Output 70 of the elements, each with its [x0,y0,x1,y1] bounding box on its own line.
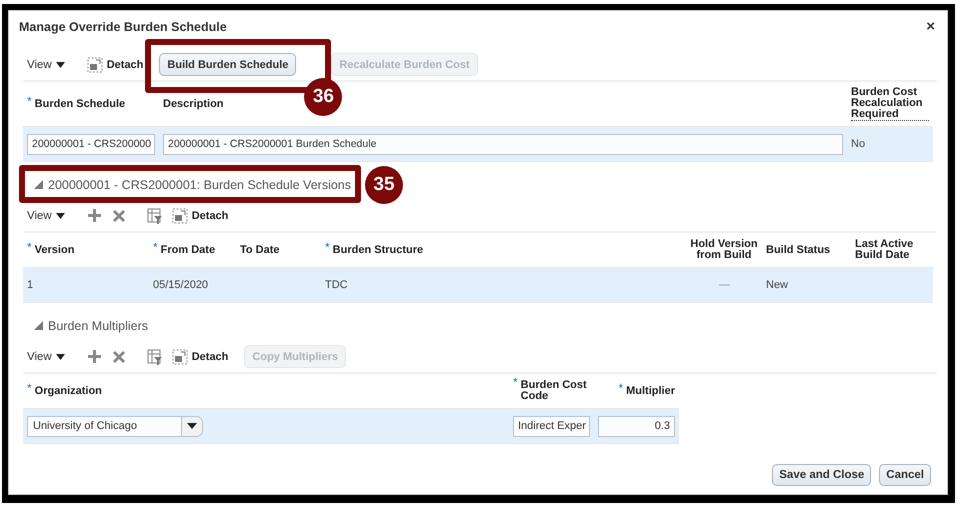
required-marker: * [27,96,32,106]
column-header: Description [163,98,224,110]
table-cell: 05/15/2020 [153,279,208,291]
step-badge: 35 [365,166,403,204]
view-menu[interactable]: View [27,350,65,362]
required-marker: * [27,242,32,252]
table-cell: New [766,279,788,291]
detach-button[interactable]: Detach [172,208,228,224]
table-cell: No [851,138,866,150]
add-button[interactable] [86,208,102,223]
table-row[interactable]: 200000001 - CRS200000 200000001 - CRS2000001 Burden Schedule No [23,127,933,162]
table-cell: 1 [27,279,34,291]
dash-icon [718,284,730,286]
freeze-icon [146,208,163,224]
required-marker: * [513,377,518,388]
required-marker: * [618,382,624,394]
required-marker: * [27,382,32,394]
view-menu[interactable]: View [27,210,65,222]
input-field[interactable]: 200000001 - CRS200000 [27,134,155,154]
delete-icon [110,208,127,224]
column-header: To Date [240,244,280,256]
toolbar-button[interactable]: Build Burden Schedule [159,53,296,76]
dialog-title: Manage Override Burden Schedule [19,20,227,34]
column-header: Burden Cost Recalculation Required [851,87,929,121]
add-icon [86,208,102,223]
add-icon [86,349,102,364]
caret-icon [56,352,65,360]
detach-button[interactable]: Detach [172,348,228,364]
step-badge: 36 [304,78,342,116]
input-field[interactable]: 200000001 - CRS2000001 Burden Schedule [163,134,843,154]
detach-icon [86,56,103,72]
view-menu[interactable]: View [27,58,65,70]
select-field[interactable]: Indirect Exper [513,416,590,436]
table-cell: TDC [325,279,348,291]
delete-icon [110,348,127,364]
delete-button[interactable] [110,348,127,364]
column-header: Multiplier [626,386,675,396]
table-row[interactable]: 1 05/15/2020 TDC New [23,268,933,303]
number-field[interactable]: 0.3 [598,416,675,436]
detach-icon [172,348,188,364]
freeze-button[interactable] [146,348,163,364]
column-header: Burden Schedule [34,98,126,110]
required-marker: * [153,242,158,252]
expand-triangle-icon[interactable] [33,320,44,332]
expand-triangle-icon[interactable] [33,179,44,190]
freeze-button[interactable] [146,208,163,224]
dropdown-field[interactable]: University of Chicago [27,416,203,436]
caret-icon [56,60,65,68]
column-header: From Date [160,244,216,256]
column-header: Version [34,244,74,256]
column-header: Last Active Build Date [855,239,914,261]
close-button[interactable]: × [926,18,935,35]
column-header: Hold Version from Build [690,239,758,261]
caret-icon [56,212,65,220]
column-header: Organization [34,386,102,396]
column-header: Build Status [766,244,830,256]
delete-button[interactable] [110,208,127,224]
section-title: Burden Multipliers [48,318,148,333]
footer-button[interactable]: Save and Close [772,464,872,486]
column-header: Burden Structure [332,244,424,256]
freeze-icon [146,348,163,364]
detach-button[interactable]: Detach [86,56,144,72]
footer-button[interactable]: Cancel [879,464,931,486]
detach-icon [172,208,188,224]
required-marker: * [325,242,330,252]
add-button[interactable] [86,349,102,364]
caret-icon [187,423,197,429]
section-title: 200000001 - CRS2000001: Burden Schedule Versions [48,178,351,192]
column-header: Burden Cost Code [520,380,588,402]
table-row[interactable]: University of Chicago Indirect Exper 0.3 [23,409,679,444]
